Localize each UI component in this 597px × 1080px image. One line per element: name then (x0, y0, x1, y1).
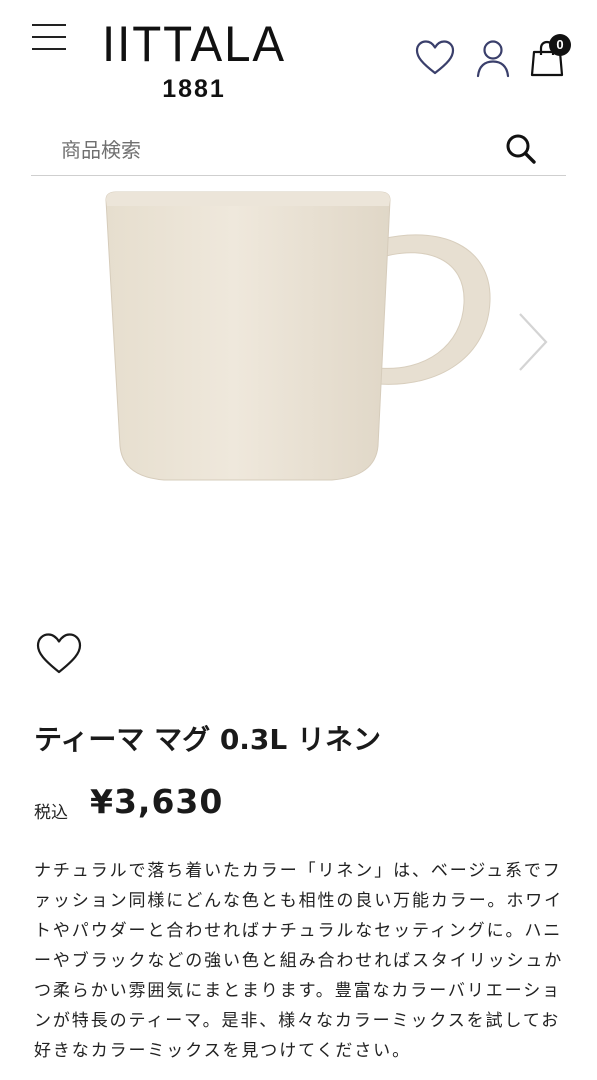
logo-wordmark: IITTALA (101, 16, 286, 72)
product-title: ティーマ マグ 0.3L リネン (34, 723, 382, 756)
next-image-button[interactable] (512, 310, 552, 374)
product-image (105, 191, 491, 481)
menu-line (32, 36, 66, 38)
add-to-wishlist-button[interactable] (36, 632, 82, 676)
heart-icon (415, 40, 455, 75)
search-icon (506, 134, 536, 164)
price-row: 税込 ¥3,630 (34, 780, 574, 828)
menu-line (32, 48, 66, 50)
brand-logo[interactable]: IITTALA 1881 (86, 14, 302, 103)
account-button[interactable] (472, 38, 514, 80)
heart-icon (36, 633, 82, 674)
product-image-gallery (0, 178, 597, 618)
cart-count-badge: 0 (549, 34, 571, 56)
cart-button[interactable]: 0 (526, 34, 571, 80)
menu-line (32, 24, 66, 26)
menu-icon[interactable] (32, 22, 66, 52)
logo-year: 1881 (162, 75, 226, 103)
product-price: ¥3,630 (90, 782, 224, 821)
search-input[interactable] (61, 130, 481, 170)
search-button[interactable] (501, 130, 541, 170)
user-icon (476, 40, 510, 78)
wishlist-button[interactable] (414, 38, 456, 80)
product-description: ナチュラルで落ち着いたカラー「リネン」は、ベージュ系でファッション同様にどんな色… (34, 861, 564, 1061)
chevron-right-icon (519, 313, 548, 371)
search-bar (31, 124, 566, 176)
tax-included-label: 税込 (34, 803, 68, 823)
site-header: IITTALA 1881 0 (0, 0, 597, 112)
